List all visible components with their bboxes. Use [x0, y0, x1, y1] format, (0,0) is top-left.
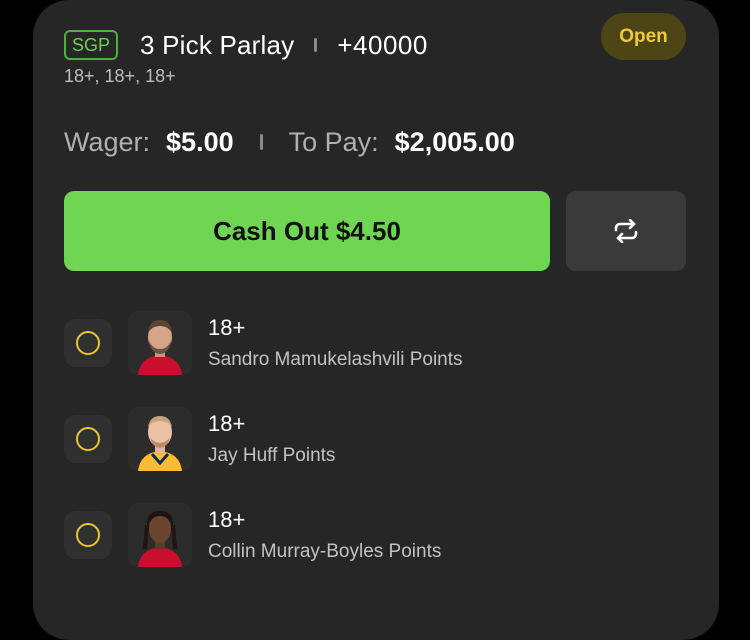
pending-circle-icon	[76, 427, 100, 451]
leg-status-indicator	[64, 415, 112, 463]
parlay-title: 3 Pick Parlay	[140, 29, 295, 60]
parlay-odds: +40000	[337, 29, 428, 60]
list-item[interactable]: 18+ Sandro Mamukelashvili Points	[64, 311, 686, 375]
to-pay-label: To Pay:	[288, 126, 379, 157]
list-item[interactable]: 18+ Jay Huff Points	[64, 407, 686, 471]
repeat-arrows-icon	[614, 219, 638, 243]
divider	[259, 134, 263, 150]
divider	[314, 38, 318, 52]
leg-line: 18+	[208, 507, 246, 532]
leg-status-indicator	[64, 319, 112, 367]
avatar	[128, 311, 192, 375]
sgp-badge: SGP	[64, 30, 119, 60]
leg-line: 18+	[208, 411, 246, 436]
wager-row: Wager: $5.00 To Pay: $2,005.00	[64, 124, 515, 160]
pending-circle-icon	[76, 331, 100, 355]
wager-label: Wager:	[64, 126, 151, 157]
cash-out-button[interactable]: Cash Out $4.50	[64, 191, 550, 271]
list-item[interactable]: 18+ Collin Murray-Boyles Points	[64, 503, 686, 567]
bet-header: SGP 3 Pick Parlay +40000	[64, 28, 428, 62]
refresh-button[interactable]	[566, 191, 686, 271]
parlay-legs-summary: 18+, 18+, 18+	[64, 66, 176, 86]
avatar	[128, 407, 192, 471]
pending-circle-icon	[76, 523, 100, 547]
leg-line: 18+	[208, 315, 246, 340]
leg-player-market: Sandro Mamukelashvili Points	[208, 349, 463, 370]
to-pay-value: $2,005.00	[394, 126, 515, 157]
leg-player-market: Jay Huff Points	[208, 445, 336, 466]
avatar	[128, 503, 192, 567]
leg-player-market: Collin Murray-Boyles Points	[208, 541, 442, 562]
wager-value: $5.00	[166, 126, 234, 157]
leg-status-indicator	[64, 511, 112, 559]
status-badge: Open	[601, 13, 686, 60]
